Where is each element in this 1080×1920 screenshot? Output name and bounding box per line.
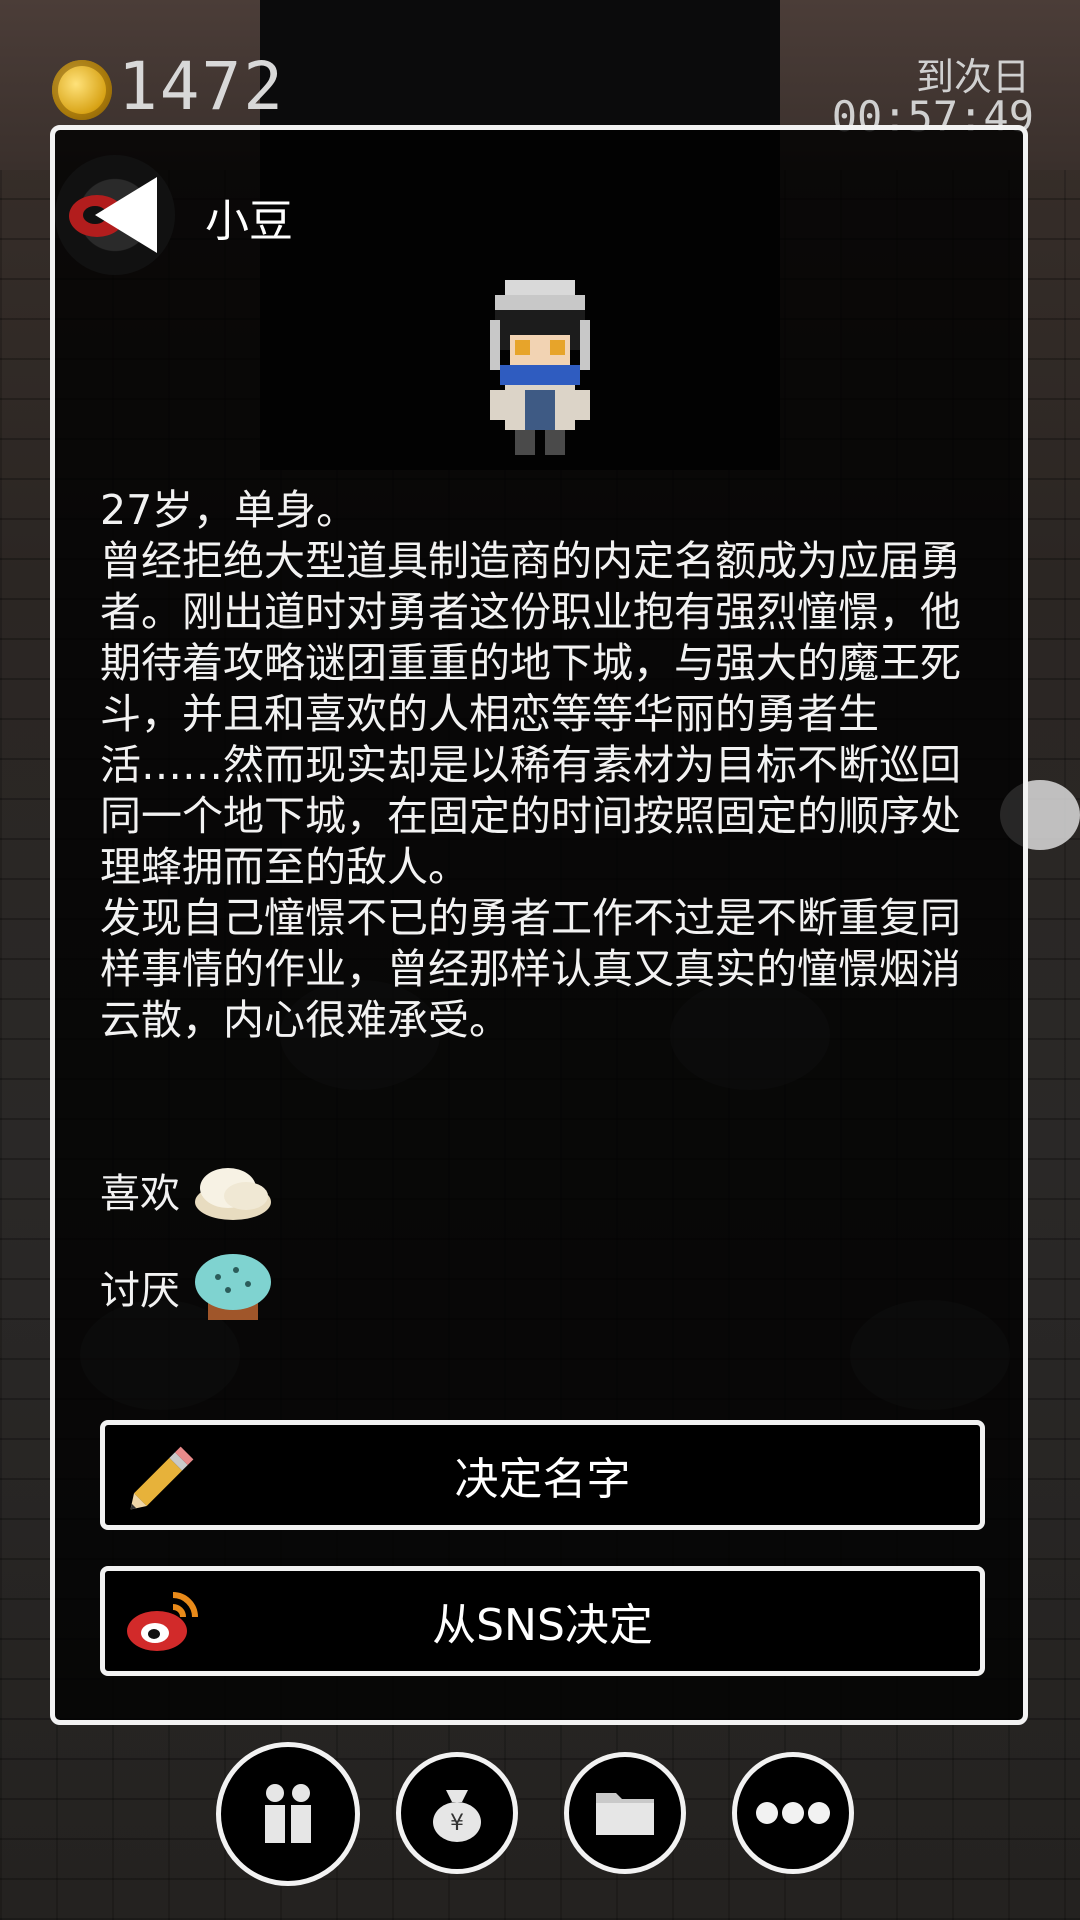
folder-button[interactable] <box>564 1752 686 1874</box>
back-button[interactable] <box>55 155 175 275</box>
more-button[interactable] <box>732 1752 854 1874</box>
decide-name-button[interactable]: 决定名字 <box>100 1420 985 1530</box>
character-description: 27岁，单身。 曾经拒绝大型道具制造商的内定名额成为应届勇者。刚出道时对勇者这份… <box>100 486 961 1044</box>
back-arrow-icon <box>95 177 157 253</box>
game-screen: 1472 到次日 00:57:49 小豆 27岁，单身。 曾经拒绝大型道具制造商… <box>0 0 1080 1920</box>
money-bag-button[interactable]: ¥ <box>396 1752 518 1874</box>
decide-name-label: 决定名字 <box>454 1454 631 1505</box>
pencil-icon <box>130 1446 194 1510</box>
likes-label: 喜欢 <box>100 1171 180 1217</box>
rice-cake-icon <box>195 1168 271 1220</box>
dislikes-label: 讨厌 <box>100 1268 180 1314</box>
coin-count: 1472 <box>118 48 285 125</box>
svg-text:¥: ¥ <box>450 1811 464 1836</box>
money-bag-icon: ¥ <box>433 1790 481 1842</box>
cupcake-icon <box>195 1254 271 1320</box>
sns-decide-label: 从SNS决定 <box>432 1600 653 1651</box>
sns-decide-button[interactable]: 从SNS决定 <box>100 1566 985 1676</box>
people-button[interactable] <box>216 1742 360 1886</box>
people-icon <box>265 1784 311 1843</box>
character-profile-panel: 小豆 27岁，单身。 曾经拒绝大型道具制造商的内定名额成为应届勇者。刚出道时对勇… <box>50 125 1028 1725</box>
character-sprite <box>490 280 590 455</box>
dislikes-row: 讨厌 <box>100 1242 278 1332</box>
weibo-icon <box>127 1592 198 1651</box>
folder-icon <box>596 1793 654 1835</box>
likes-row: 喜欢 <box>100 1150 278 1230</box>
coin-icon <box>52 60 112 120</box>
more-icon <box>756 1802 830 1824</box>
character-name: 小豆 <box>205 196 293 247</box>
